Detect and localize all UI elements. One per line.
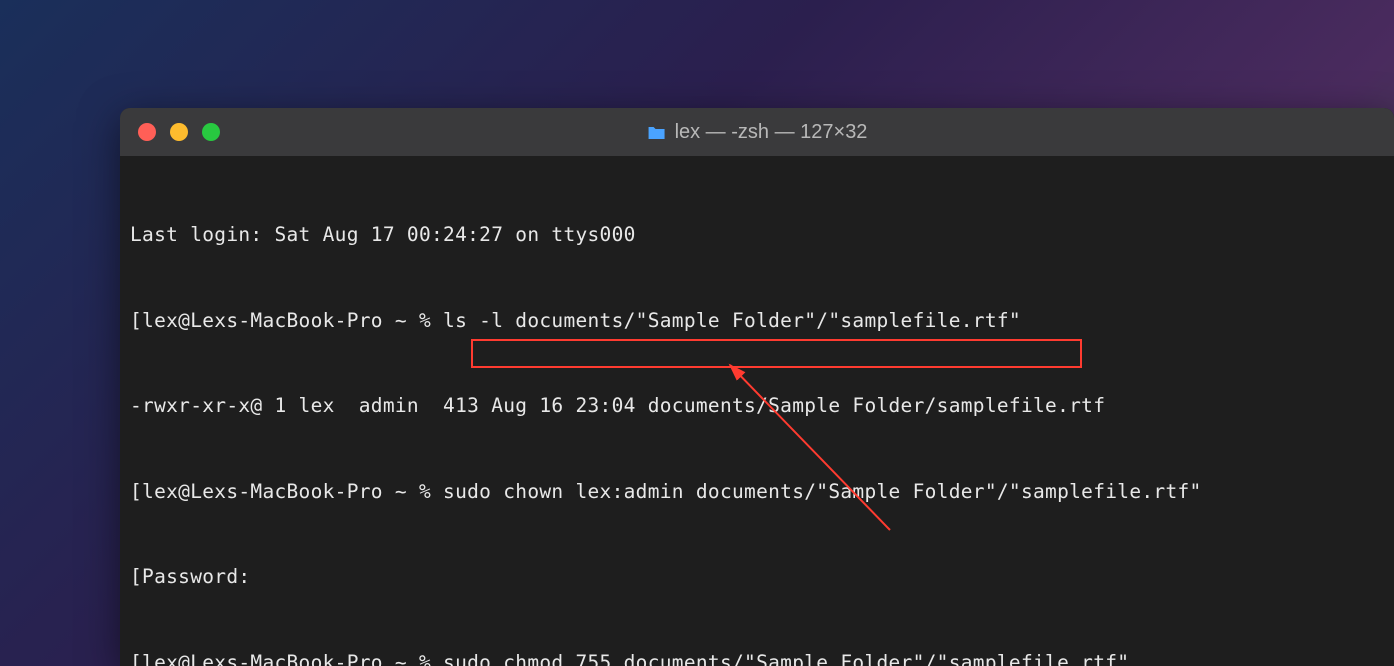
terminal-line: [lex@Lexs-MacBook-Pro ~ % sudo chown lex… — [130, 478, 1384, 507]
terminal-content[interactable]: Last login: Sat Aug 17 00:24:27 on ttys0… — [120, 156, 1394, 666]
folder-icon — [647, 124, 667, 140]
maximize-button[interactable] — [202, 123, 220, 141]
terminal-line: Last login: Sat Aug 17 00:24:27 on ttys0… — [130, 221, 1384, 250]
window-title-text: lex — -zsh — 127×32 — [675, 121, 868, 144]
title-bar: lex — -zsh — 127×32 — [120, 108, 1394, 156]
terminal-line: -rwxr-xr-x@ 1 lex admin 413 Aug 16 23:04… — [130, 392, 1384, 421]
traffic-lights — [138, 123, 220, 141]
terminal-line: [lex@Lexs-MacBook-Pro ~ % sudo chmod 755… — [130, 649, 1384, 666]
close-button[interactable] — [138, 123, 156, 141]
minimize-button[interactable] — [170, 123, 188, 141]
terminal-line: [lex@Lexs-MacBook-Pro ~ % ls -l document… — [130, 307, 1384, 336]
terminal-line: [Password: — [130, 563, 1384, 592]
terminal-window: lex — -zsh — 127×32 Last login: Sat Aug … — [120, 108, 1394, 666]
window-title: lex — -zsh — 127×32 — [647, 121, 868, 144]
